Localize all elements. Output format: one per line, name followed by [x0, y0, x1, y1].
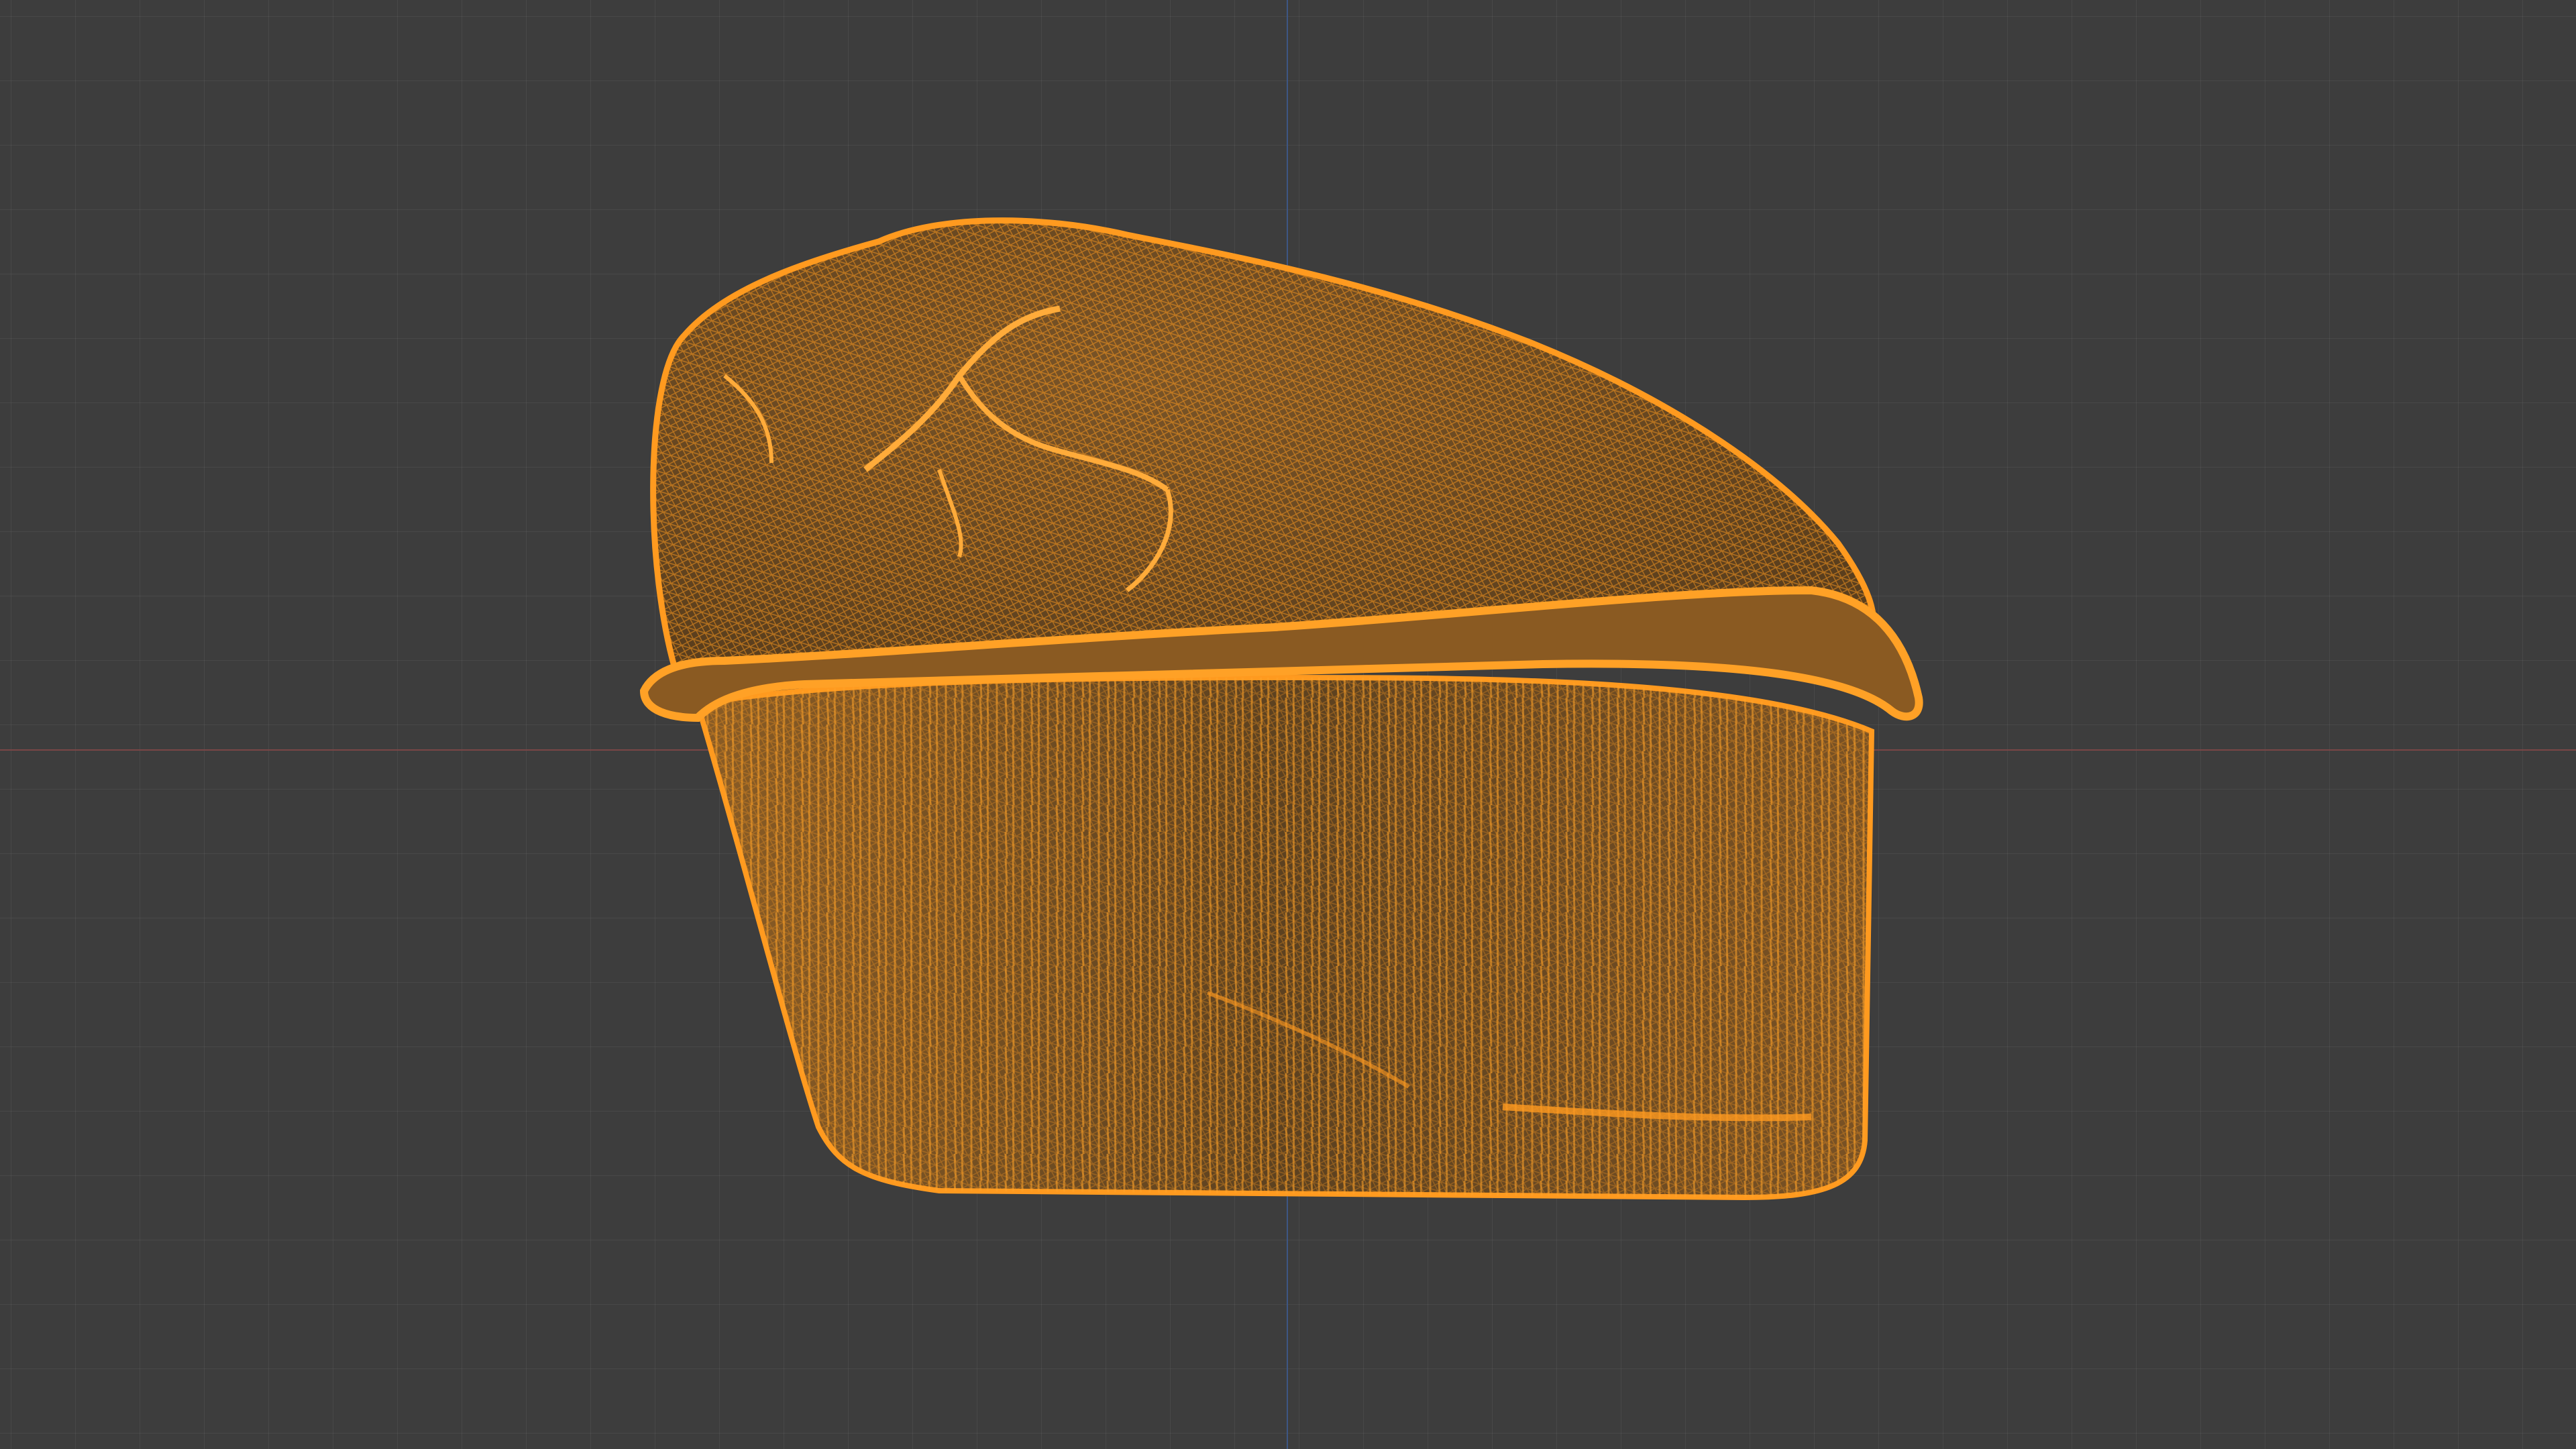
3d-viewport[interactable]	[0, 0, 2576, 1449]
viewport-canvas[interactable]	[0, 0, 2576, 1449]
muffin-cup[interactable]	[694, 674, 1875, 1201]
